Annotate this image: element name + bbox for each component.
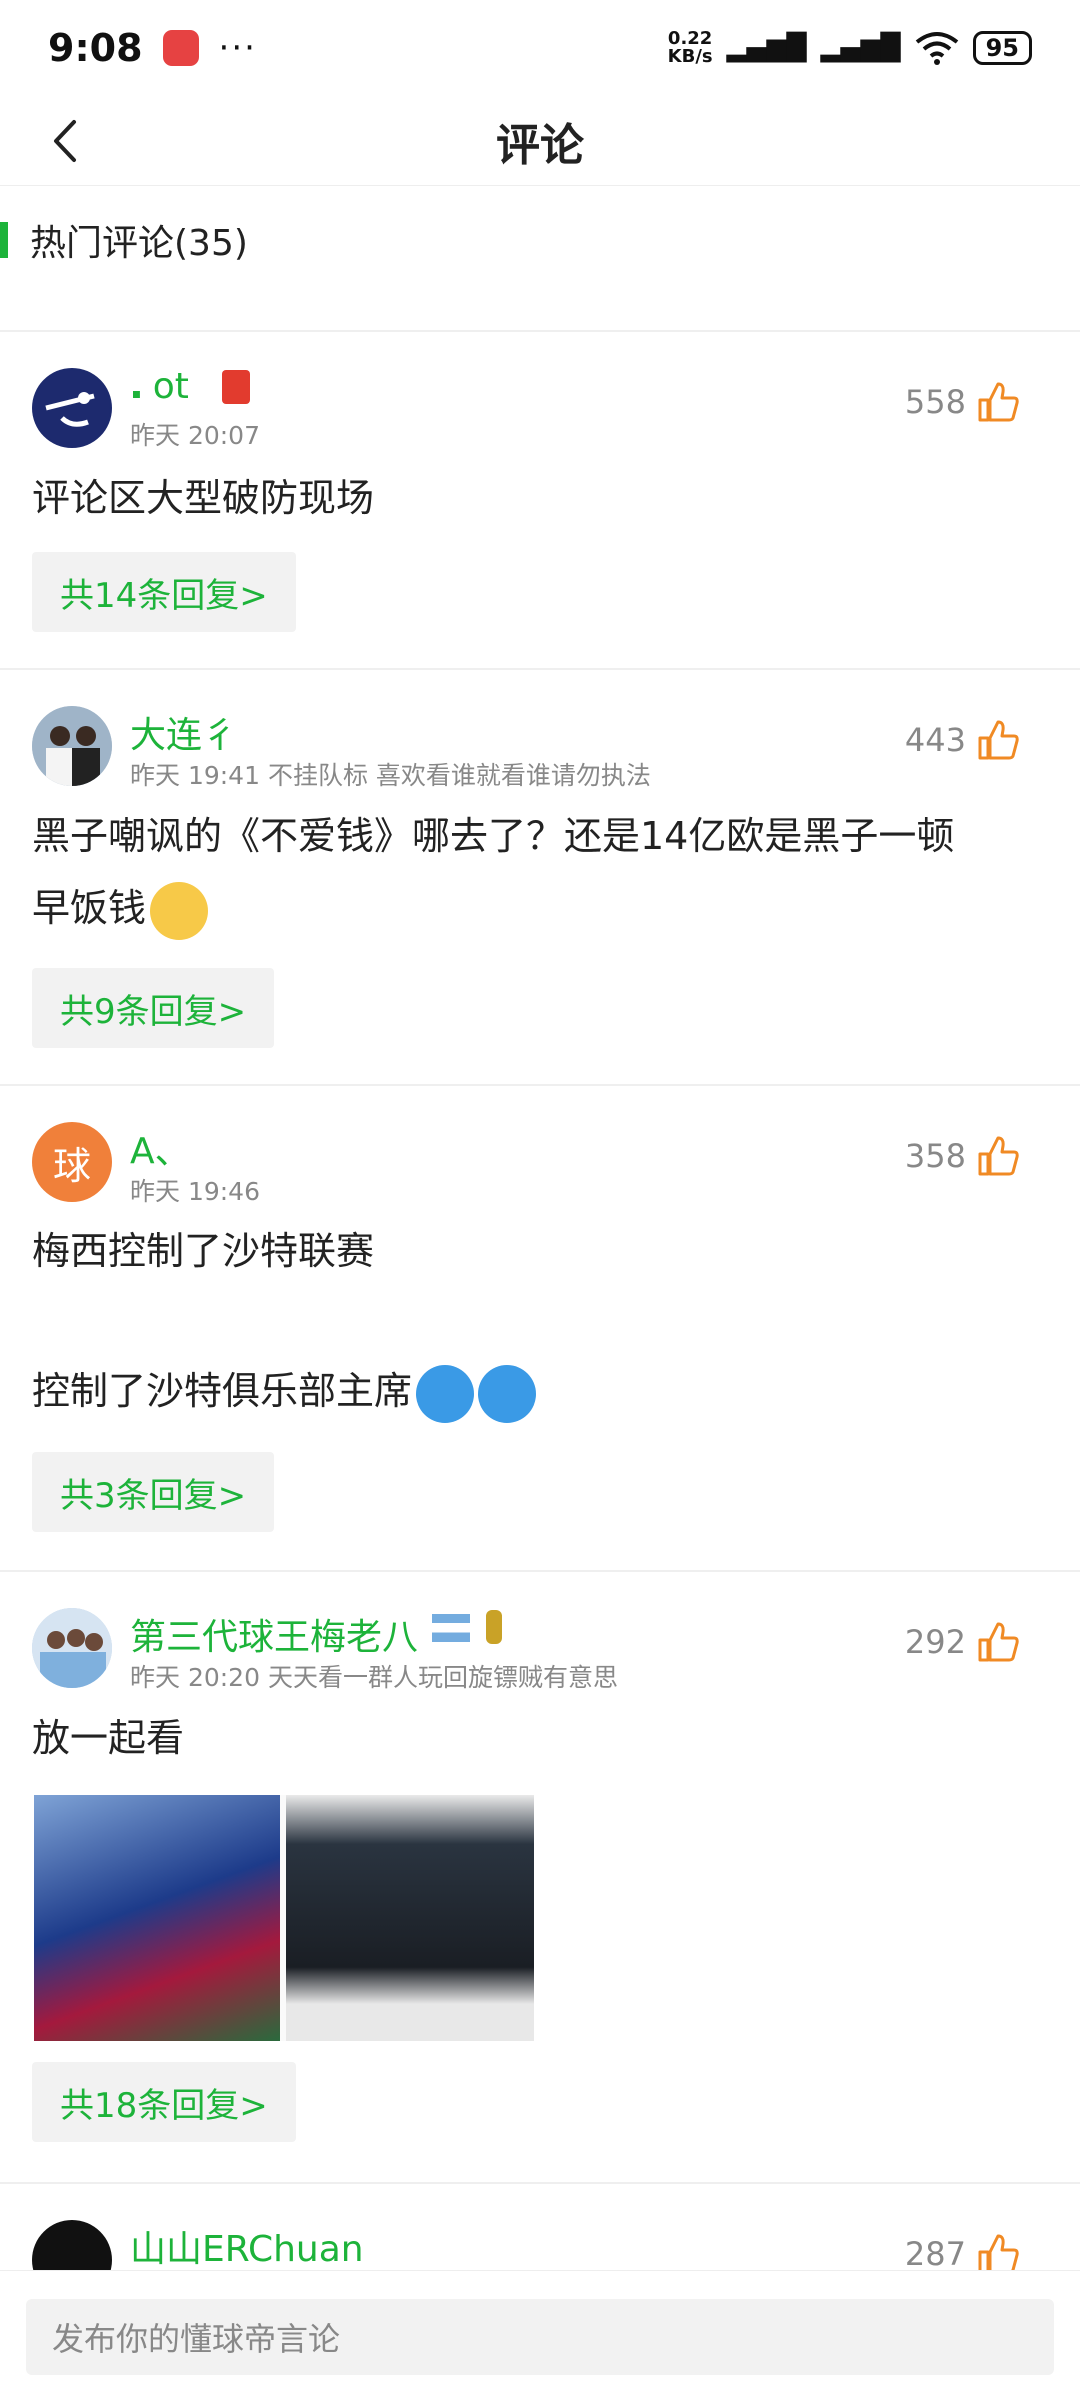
app-notification-icon xyxy=(162,30,199,66)
status-bar: 9:08 ··· 0.22 KB/s ▂▄▆█ ▂▄▆█ 95 xyxy=(0,0,1080,96)
thumbs-up-icon xyxy=(978,720,1019,760)
battery-indicator: 95 xyxy=(972,31,1032,65)
comment-meta: 昨天 20:07 xyxy=(130,421,260,450)
username[interactable]: 第三代球王梅老八 xyxy=(130,1608,418,1660)
network-speed-unit: KB/s xyxy=(667,46,713,67)
thumbs-up-icon xyxy=(978,1622,1019,1662)
like-count: 292 xyxy=(904,1623,966,1661)
comment-line: 黑子嘲讽的《不爱钱》哪去了？还是14亿欧是黑子一顿 xyxy=(32,814,955,858)
avatar[interactable] xyxy=(32,1608,112,1688)
wifi-icon xyxy=(915,32,958,65)
comment-line: 放一起看 xyxy=(32,1716,185,1760)
hot-comments-title: 热门评论(35) xyxy=(30,223,248,264)
avatar[interactable] xyxy=(32,368,112,448)
thumbs-up-icon xyxy=(978,1136,1019,1176)
hot-comments-header: 热门评论(35) xyxy=(0,200,1080,280)
signal-icon-2: ▂▄▆█ xyxy=(820,33,901,63)
trophy-icon xyxy=(486,1610,502,1644)
avatar-logo-icon xyxy=(34,370,110,446)
like-count: 443 xyxy=(904,721,966,759)
view-replies-button[interactable]: 共3条回复> xyxy=(32,1452,275,1532)
signal-icon: ▂▄▆█ xyxy=(726,33,807,63)
comment-text: 梅西控制了沙特联赛 控制了沙特俱乐部主席 xyxy=(32,1216,1052,1426)
comment-input[interactable]: 发布你的懂球帝言论 xyxy=(26,2299,1054,2375)
comment-meta: 昨天 19:41 不挂队标 喜欢看谁就看谁请勿执法 xyxy=(130,761,651,790)
like-button[interactable]: 292 xyxy=(905,1620,1020,1664)
comment-blank-line xyxy=(32,1286,1052,1356)
back-arrow-icon[interactable] xyxy=(40,114,94,168)
avatar[interactable] xyxy=(32,706,112,786)
comment-image[interactable] xyxy=(34,1795,534,2041)
view-replies-button[interactable]: 共9条回复> xyxy=(32,968,275,1048)
saudi-official-photo xyxy=(286,1795,534,2041)
username[interactable]: 大连彳 xyxy=(130,706,238,758)
emoji-sticker-icon xyxy=(478,1364,537,1423)
username[interactable]: 𝅇 ot xyxy=(130,366,189,408)
avatar-photo-icon xyxy=(32,1608,112,1688)
comment-text: 放一起看 xyxy=(32,1702,1052,1774)
avatar[interactable]: 球 xyxy=(32,1122,112,1202)
emoji-sticker-icon xyxy=(150,881,209,940)
comment-text: 黑子嘲讽的《不爱钱》哪去了？还是14亿欧是黑子一顿 早饭钱 xyxy=(32,800,1052,944)
like-button[interactable]: 558 xyxy=(905,380,1020,424)
comment-meta: 昨天 20:20 天天看一群人玩回旋镖贼有意思 xyxy=(130,1663,618,1692)
like-count: 558 xyxy=(904,383,966,421)
view-replies-button[interactable]: 共14条回复> xyxy=(32,552,296,632)
username[interactable]: A、 xyxy=(130,1122,191,1174)
comment-line: 控制了沙特俱乐部主席 xyxy=(32,1369,413,1413)
status-time: 9:08 xyxy=(48,26,143,70)
comment-input-bar: 发布你的懂球帝言论 xyxy=(0,2270,1080,2400)
thumbs-up-icon xyxy=(978,382,1019,422)
comment-line: 早饭钱 xyxy=(32,886,147,930)
team-badge-icon xyxy=(222,370,250,404)
more-notifications-icon: ··· xyxy=(218,28,257,68)
comment-item: 大连彳 昨天 19:41 不挂队标 喜欢看谁就看谁请勿执法 443 黑子嘲讽的《… xyxy=(0,670,1080,1084)
comment-line-with-emoji: 控制了沙特俱乐部主席 xyxy=(32,1356,1052,1426)
status-indicators: 0.22 KB/s ▂▄▆█ ▂▄▆█ 95 xyxy=(668,30,1032,66)
like-button[interactable]: 287 xyxy=(905,2232,1020,2270)
page-title: 评论 xyxy=(496,119,584,171)
like-button[interactable]: 358 xyxy=(905,1134,1020,1178)
like-button[interactable]: 443 xyxy=(905,718,1020,762)
thumbs-up-icon xyxy=(978,2234,1019,2270)
avatar[interactable] xyxy=(32,2220,112,2270)
comment-line: 梅西控制了沙特联赛 xyxy=(32,1229,375,1273)
comment-line: 评论区大型破防现场 xyxy=(32,476,375,520)
view-replies-button[interactable]: 共18条回复> xyxy=(32,2062,296,2142)
emoji-sticker-icon xyxy=(416,1364,475,1423)
section-accent-bar xyxy=(0,222,8,258)
avatar-photo-icon xyxy=(32,706,112,786)
messi-photo xyxy=(34,1795,280,2041)
comment-line-with-emoji: 早饭钱 xyxy=(32,872,1052,944)
like-count: 287 xyxy=(904,2235,966,2270)
like-count: 358 xyxy=(904,1137,966,1175)
nav-bar: 评论 xyxy=(0,96,1080,186)
comment-item: 𝅇 ot 昨天 20:07 558 评论区大型破防现场 共14条回复> xyxy=(0,332,1080,668)
argentina-flag-icon xyxy=(432,1614,470,1642)
comment-item: 山山ERChuan 287 xyxy=(0,2184,1080,2270)
comment-meta: 昨天 19:46 xyxy=(130,1177,260,1206)
comment-item: 球 A、 昨天 19:46 358 梅西控制了沙特联赛 控制了沙特俱乐部主席 共… xyxy=(0,1086,1080,1570)
network-speed: 0.22 KB/s xyxy=(668,30,713,66)
comment-text: 评论区大型破防现场 xyxy=(32,462,1052,534)
username[interactable]: 山山ERChuan xyxy=(130,2220,364,2270)
